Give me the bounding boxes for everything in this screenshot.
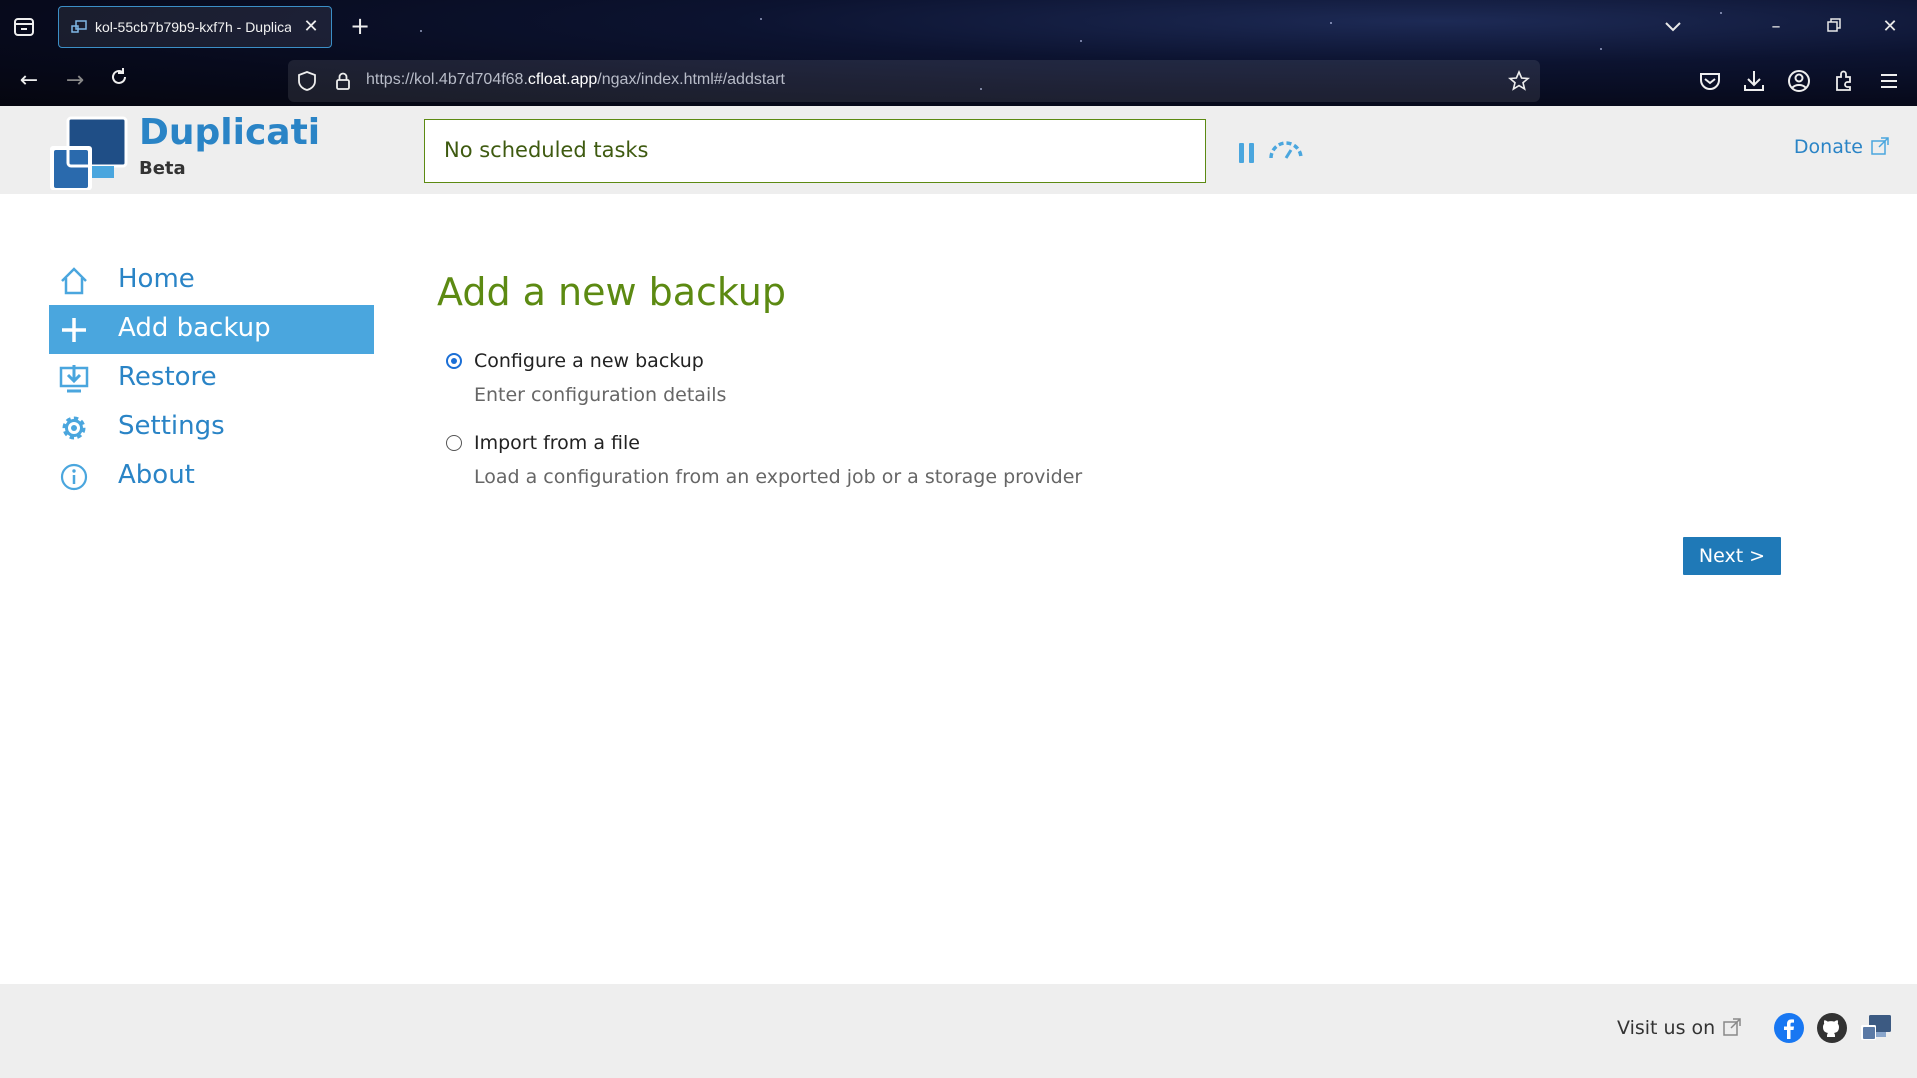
forward-icon[interactable]: → — [60, 66, 90, 96]
home-icon — [61, 267, 87, 295]
donate-link[interactable]: Donate — [1794, 136, 1889, 158]
background-star — [760, 18, 762, 20]
shield-icon[interactable] — [296, 70, 318, 92]
browser-tab[interactable]: kol-55cb7b79b9-kxf7h - Duplicati ✕ — [58, 6, 332, 48]
sidebar-item-about[interactable]: About — [49, 452, 374, 501]
sidebar-nav: Home Add backup Restore Settings About — [49, 256, 374, 501]
close-tab-icon[interactable]: ✕ — [301, 17, 321, 37]
option-description: Enter configuration details — [474, 384, 727, 406]
page-title: Add a new backup — [437, 270, 786, 314]
radio-import-file[interactable] — [446, 435, 462, 451]
sidebar-item-home[interactable]: Home — [49, 256, 374, 305]
visit-us-label: Visit us on — [1617, 1017, 1716, 1039]
tab-list-button[interactable] — [10, 14, 38, 40]
status-box: No scheduled tasks — [424, 119, 1206, 183]
github-icon[interactable] — [1816, 1012, 1848, 1044]
tab-title: kol-55cb7b79b9-kxf7h - Duplicati — [95, 19, 291, 35]
bookmark-star-icon[interactable] — [1508, 70, 1530, 92]
option-label[interactable]: Configure a new backup — [474, 350, 704, 372]
app-header: Duplicati Beta No scheduled tasks Donate — [0, 106, 1917, 194]
option-label[interactable]: Import from a file — [474, 432, 640, 454]
sidebar-item-label: Restore — [118, 362, 217, 392]
background-star — [1330, 22, 1332, 24]
footer: Visit us on — [0, 984, 1917, 1078]
plus-icon — [62, 318, 86, 342]
url-text: https://kol.4b7d704f68.cfloat.app/ngax/i… — [366, 71, 785, 88]
background-star — [1720, 12, 1722, 14]
sidebar-item-label: About — [118, 460, 195, 490]
duplicati-logo[interactable] — [50, 116, 130, 192]
extensions-icon[interactable] — [1831, 68, 1857, 94]
duplicati-favicon-icon — [71, 20, 87, 33]
sidebar-item-restore[interactable]: Restore — [49, 354, 374, 403]
brand-subtitle: Beta — [139, 158, 186, 179]
sidebar-item-label: Settings — [118, 411, 225, 441]
external-link-icon — [1871, 137, 1889, 155]
account-icon[interactable] — [1786, 68, 1812, 94]
new-tab-icon[interactable]: + — [348, 14, 372, 38]
external-link-icon — [1723, 1018, 1741, 1036]
restore-window-icon[interactable] — [1819, 12, 1849, 42]
list-all-tabs-icon[interactable] — [1658, 12, 1688, 42]
lock-icon[interactable] — [332, 70, 354, 92]
background-star — [1600, 48, 1602, 50]
duplicati-icon[interactable] — [1860, 1012, 1892, 1044]
browser-chrome: kol-55cb7b79b9-kxf7h - Duplicati ✕ + – ✕… — [0, 0, 1917, 106]
reload-icon[interactable] — [104, 66, 134, 96]
radio-configure-new[interactable] — [446, 353, 462, 369]
gear-icon — [62, 416, 86, 440]
sidebar-item-label: Home — [118, 264, 195, 294]
minimize-icon[interactable]: – — [1761, 12, 1791, 42]
pocket-icon[interactable] — [1697, 68, 1723, 94]
option-description: Load a configuration from an exported jo… — [474, 466, 1083, 488]
downloads-icon[interactable] — [1741, 68, 1767, 94]
tab-list-icon — [14, 18, 34, 36]
sidebar-item-settings[interactable]: Settings — [49, 403, 374, 452]
sidebar-item-label: Add backup — [118, 313, 271, 343]
back-icon[interactable]: ← — [14, 66, 44, 96]
pause-icon[interactable] — [1238, 142, 1256, 164]
menu-icon[interactable] — [1876, 68, 1902, 94]
next-button[interactable]: Next > — [1683, 537, 1781, 575]
background-star — [420, 30, 422, 32]
close-window-icon[interactable]: ✕ — [1875, 12, 1905, 42]
facebook-icon[interactable] — [1773, 1012, 1805, 1044]
brand-name[interactable]: Duplicati — [139, 112, 320, 153]
restore-icon — [59, 365, 89, 393]
donate-label: Donate — [1793, 136, 1863, 158]
url-bar[interactable]: https://kol.4b7d704f68.cfloat.app/ngax/i… — [288, 60, 1540, 102]
status-text: No scheduled tasks — [444, 138, 649, 162]
sidebar-item-add-backup[interactable]: Add backup — [49, 305, 374, 354]
background-star — [1080, 40, 1082, 42]
info-icon — [60, 463, 88, 491]
visit-us-link[interactable]: Visit us on — [1617, 1017, 1741, 1039]
throttle-icon[interactable] — [1268, 140, 1304, 164]
